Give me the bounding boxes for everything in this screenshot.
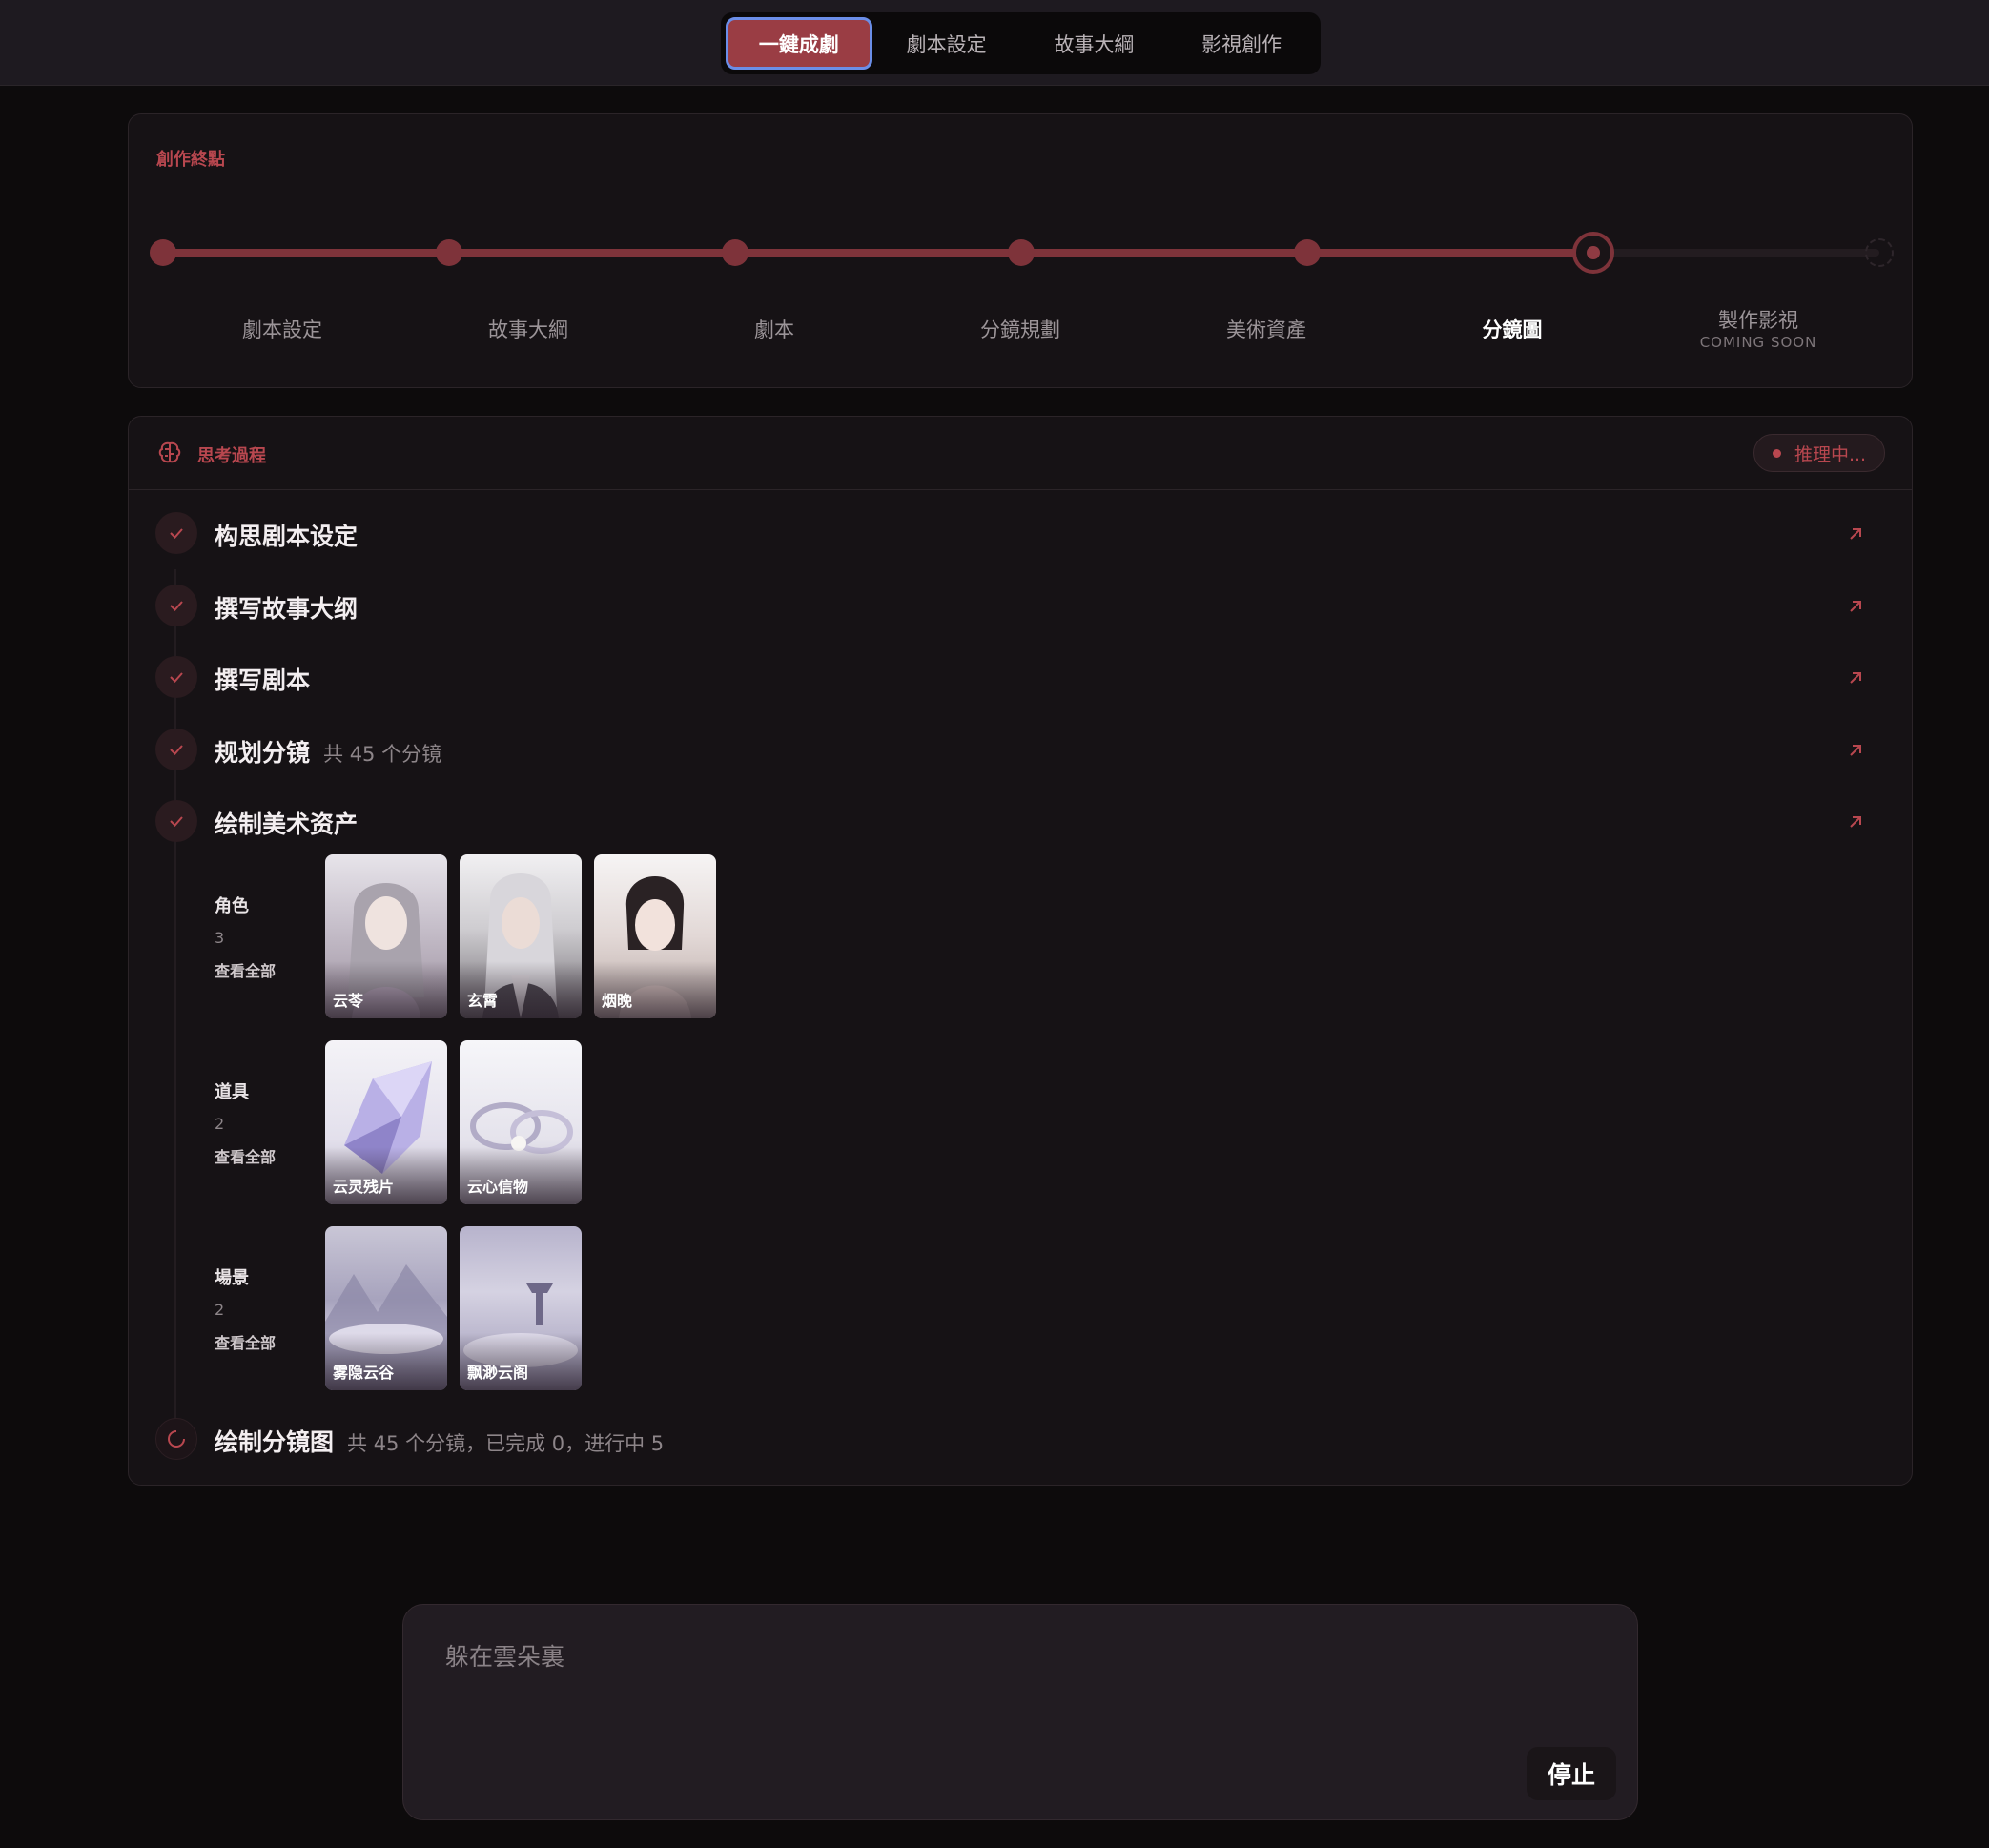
progress-node-current — [1572, 232, 1614, 274]
progress-title: 創作終點 — [156, 150, 225, 170]
check-icon — [155, 729, 197, 770]
step-label-storyboard-plan[interactable]: 分鏡規劃 — [925, 315, 1116, 343]
status-badge: 推理中... — [1753, 434, 1885, 472]
task-title: 绘制美术资产 — [215, 806, 358, 840]
task-meta: 共 45 个分镜，已完成 0，进行中 5 — [347, 1432, 665, 1455]
asset-thumbnail[interactable]: 云灵残片 — [325, 1040, 447, 1204]
status-text: 推理中... — [1794, 443, 1867, 465]
task-title-text: 撰写剧本 — [215, 667, 311, 694]
asset-thumbnail[interactable]: 云心信物 — [460, 1040, 582, 1204]
status-dot-icon — [1772, 448, 1781, 458]
coming-soon-label: COMING SOON — [1699, 334, 1817, 351]
task-item: 绘制分镜图共 45 个分镜，已完成 0，进行中 5 — [155, 1418, 1891, 1460]
asset-category: 場景 — [215, 1268, 249, 1288]
progress-node-pending — [1865, 238, 1894, 267]
view-all-link[interactable]: 查看全部 — [215, 1330, 310, 1353]
loading-spinner-icon — [155, 1418, 197, 1460]
tab-one-click[interactable]: 一鍵成劇 — [726, 17, 872, 70]
creation-progress-panel: 創作終點 劇本設定 故事大綱 劇本 分鏡規劃 美術資產 分鏡圖 製作影視 COM… — [128, 113, 1913, 388]
asset-info: 場景 2 查看全部 — [215, 1264, 310, 1353]
asset-thumbnail[interactable]: 飘渺云阁 — [460, 1226, 582, 1390]
task-title-text: 构思剧本设定 — [215, 523, 359, 550]
progress-track-fill — [163, 249, 1593, 257]
asset-name: 云灵残片 — [333, 1178, 395, 1196]
asset-count: 2 — [215, 1301, 225, 1319]
asset-name: 飘渺云阁 — [467, 1364, 529, 1382]
asset-thumbnail[interactable]: 玄霄 — [460, 854, 582, 1018]
asset-name: 烟晚 — [602, 992, 633, 1010]
open-link-icon[interactable] — [1845, 524, 1866, 544]
check-icon — [155, 585, 197, 626]
task-title-text: 绘制美术资产 — [215, 811, 359, 838]
progress-node-2 — [436, 239, 462, 266]
asset-name: 雾隐云谷 — [333, 1364, 395, 1382]
task-title: 绘制分镜图共 45 个分镜，已完成 0，进行中 5 — [215, 1424, 664, 1458]
task-title-text: 撰写故事大纲 — [215, 595, 359, 623]
thinking-header: 思考過程 推理中... — [129, 417, 1912, 490]
open-link-icon[interactable] — [1845, 596, 1866, 617]
step-label-script-settings[interactable]: 劇本設定 — [187, 315, 378, 343]
mode-tabs: 一鍵成劇 劇本設定 故事大綱 影視創作 — [721, 12, 1321, 74]
stop-button[interactable]: 停止 — [1527, 1747, 1616, 1800]
asset-count: 3 — [215, 929, 225, 947]
asset-count: 2 — [215, 1115, 225, 1133]
asset-thumbnail[interactable]: 云苓 — [325, 854, 447, 1018]
open-link-icon[interactable] — [1845, 667, 1866, 688]
thinking-title: 思考過程 — [197, 446, 266, 466]
progress-node-5 — [1294, 239, 1321, 266]
asset-category: 角色 — [215, 896, 249, 916]
timeline-line — [174, 569, 176, 1447]
progress-node-4 — [1008, 239, 1035, 266]
step-label-storyboard[interactable]: 分鏡圖 — [1417, 315, 1608, 343]
task-item: 绘制美术资产 — [155, 800, 1891, 842]
step-label-art-assets[interactable]: 美術資產 — [1171, 315, 1362, 343]
prompt-input[interactable] — [445, 1641, 1494, 1669]
step-label-script[interactable]: 劇本 — [679, 315, 870, 343]
progress-node-1 — [150, 239, 176, 266]
asset-category: 道具 — [215, 1082, 249, 1102]
asset-name: 云苓 — [333, 992, 364, 1010]
task-title: 构思剧本设定 — [215, 518, 358, 552]
tab-video-creation[interactable]: 影視創作 — [1168, 17, 1315, 70]
task-item: 撰写剧本 — [155, 656, 1891, 698]
view-all-link[interactable]: 查看全部 — [215, 1144, 310, 1167]
task-title: 撰写剧本 — [215, 662, 310, 696]
check-icon — [155, 800, 197, 842]
task-item: 撰写故事大纲 — [155, 585, 1891, 626]
top-bar: 一鍵成劇 劇本設定 故事大綱 影視創作 — [0, 0, 1989, 86]
task-title: 规划分镜共 45 个分镜 — [215, 734, 441, 769]
tab-story-outline[interactable]: 故事大綱 — [1021, 17, 1168, 70]
asset-thumbnail[interactable]: 烟晚 — [594, 854, 716, 1018]
task-meta: 共 45 个分镜 — [323, 743, 442, 766]
task-title-text: 规划分镜 — [215, 739, 311, 767]
task-item: 规划分镜共 45 个分镜 — [155, 729, 1891, 770]
brain-icon — [158, 441, 181, 463]
open-link-icon[interactable] — [1845, 740, 1866, 761]
progress-node-3 — [722, 239, 748, 266]
task-title: 撰写故事大纲 — [215, 590, 358, 625]
step-label-video-production: 製作影視 — [1718, 309, 1798, 332]
open-link-icon[interactable] — [1845, 811, 1866, 832]
step-label-story-outline[interactable]: 故事大綱 — [433, 315, 624, 343]
asset-thumbnail[interactable]: 雾隐云谷 — [325, 1226, 447, 1390]
task-item: 构思剧本设定 — [155, 512, 1891, 554]
check-icon — [155, 512, 197, 554]
tab-script-settings[interactable]: 劇本設定 — [873, 17, 1020, 70]
asset-name: 玄霄 — [467, 992, 499, 1010]
thinking-process-panel: 思考過程 推理中... 构思剧本设定 撰写故事大纲 撰写剧本 规划分镜 共 45… — [128, 416, 1913, 1486]
view-all-link[interactable]: 查看全部 — [215, 958, 310, 981]
asset-info: 道具 2 查看全部 — [215, 1078, 310, 1167]
prompt-composer: 停止 — [402, 1604, 1638, 1820]
asset-info: 角色 3 查看全部 — [215, 893, 310, 981]
task-title-text: 绘制分镜图 — [215, 1428, 335, 1456]
asset-name: 云心信物 — [467, 1178, 529, 1196]
check-icon — [155, 656, 197, 698]
